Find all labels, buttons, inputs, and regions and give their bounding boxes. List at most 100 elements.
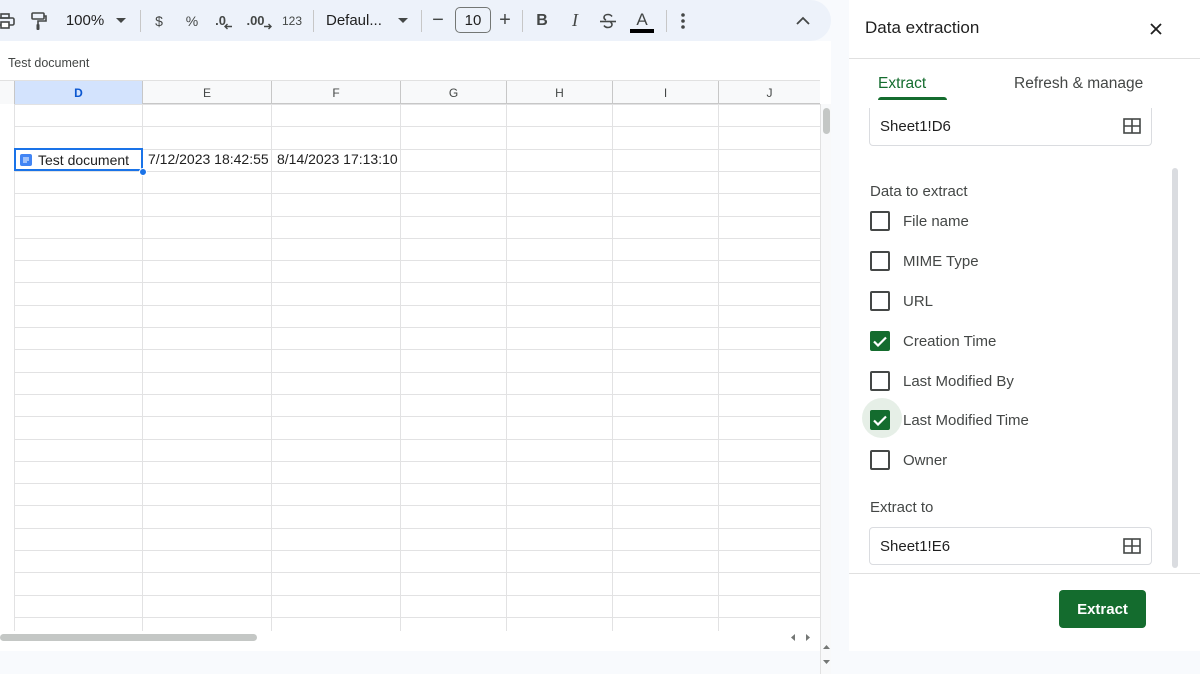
option-url[interactable]: URL bbox=[870, 290, 933, 312]
column-header-g[interactable]: G bbox=[401, 81, 507, 104]
font-size-value: 10 bbox=[464, 11, 482, 29]
grid-line bbox=[14, 260, 820, 261]
extract-button[interactable]: Extract bbox=[1059, 590, 1146, 628]
cell-e6[interactable]: 7/12/2023 18:42:55 bbox=[148, 149, 269, 170]
divider bbox=[849, 58, 1200, 59]
more-options-icon[interactable] bbox=[674, 0, 692, 41]
source-range-value: Sheet1!D6 bbox=[880, 118, 951, 135]
font-size-input[interactable]: 10 bbox=[455, 7, 491, 33]
column-header-d[interactable]: D bbox=[15, 81, 143, 104]
vertical-scroll-thumb[interactable] bbox=[823, 108, 830, 134]
option-mime-type[interactable]: MIME Type bbox=[870, 250, 979, 272]
grid-line bbox=[14, 394, 820, 395]
checkbox[interactable] bbox=[870, 251, 890, 271]
zoom-select[interactable]: 100% bbox=[62, 0, 108, 41]
currency-button[interactable]: $ bbox=[150, 0, 168, 41]
strikethrough-button[interactable] bbox=[597, 0, 619, 41]
fill-handle[interactable] bbox=[139, 168, 147, 176]
number-format-button[interactable]: 123 bbox=[280, 0, 304, 41]
vertical-scrollbar[interactable] bbox=[820, 104, 831, 674]
option-label: Last Modified Time bbox=[903, 411, 1029, 429]
active-tab-indicator bbox=[878, 97, 947, 100]
cell-f6-text: 8/14/2023 17:13:10 bbox=[277, 151, 398, 167]
scroll-down-icon bbox=[823, 660, 830, 664]
toolbar-divider bbox=[522, 10, 523, 32]
cell-grid[interactable]: Test document 7/12/2023 18:42:55 8/14/20… bbox=[0, 104, 820, 634]
option-label: URL bbox=[903, 292, 934, 310]
print-icon[interactable] bbox=[0, 0, 18, 41]
option-last-modified-by[interactable]: Last Modified By bbox=[870, 370, 1014, 392]
cell-f6[interactable]: 8/14/2023 17:13:10 bbox=[277, 149, 398, 170]
close-icon[interactable] bbox=[1145, 18, 1167, 40]
tab-refresh-manage[interactable]: Refresh & manage bbox=[1014, 75, 1143, 93]
grid-line bbox=[506, 104, 507, 634]
column-label: G bbox=[448, 85, 459, 100]
paint-format-icon[interactable] bbox=[28, 0, 50, 41]
grid-line bbox=[14, 327, 820, 328]
bold-button[interactable]: B bbox=[533, 0, 551, 41]
column-header-f[interactable]: F bbox=[272, 81, 401, 104]
extract-to-field[interactable]: Sheet1!E6 bbox=[869, 527, 1152, 565]
decrease-decimal-button[interactable]: .0 bbox=[212, 0, 236, 41]
panel-scroll-area: Sheet1!D6 Data to extract File name MIME… bbox=[849, 101, 1200, 573]
selected-cell-border bbox=[14, 148, 143, 171]
font-value: Defaul... bbox=[326, 12, 382, 29]
grid-line bbox=[14, 126, 820, 127]
zoom-value: 100% bbox=[65, 12, 105, 29]
spreadsheet-area: Test document D E F G H I J Test documen… bbox=[0, 41, 831, 674]
checkbox[interactable] bbox=[870, 450, 890, 470]
checkmark-icon bbox=[873, 415, 887, 426]
option-file-name[interactable]: File name bbox=[870, 210, 969, 232]
option-owner[interactable]: Owner bbox=[870, 449, 947, 471]
panel-title: Data extraction bbox=[865, 18, 980, 37]
panel-scroll-thumb[interactable] bbox=[1172, 168, 1178, 568]
column-header-e[interactable]: E bbox=[143, 81, 272, 104]
toolbar-divider bbox=[666, 10, 667, 32]
increase-decimal-button[interactable]: .00 bbox=[246, 0, 272, 41]
tab-extract[interactable]: Extract bbox=[878, 75, 926, 93]
number-format-label: 123 bbox=[281, 13, 303, 28]
checkbox[interactable] bbox=[870, 211, 890, 231]
italic-button[interactable]: I bbox=[566, 0, 584, 41]
font-select[interactable]: Defaul... bbox=[326, 0, 398, 41]
option-last-modified-time[interactable]: Last Modified Time bbox=[870, 409, 1029, 431]
text-color-button[interactable]: A bbox=[629, 0, 655, 41]
option-creation-time[interactable]: Creation Time bbox=[870, 330, 996, 352]
checkbox[interactable] bbox=[870, 371, 890, 391]
chevron-down-icon[interactable] bbox=[113, 0, 129, 41]
divider bbox=[849, 573, 1200, 574]
horizontal-scrollbar[interactable] bbox=[0, 631, 820, 643]
grid-line bbox=[14, 193, 820, 194]
currency-label: $ bbox=[155, 12, 163, 29]
grid-line bbox=[142, 104, 143, 634]
grid-line bbox=[14, 416, 820, 417]
grid-line bbox=[14, 595, 820, 596]
font-size-decrease-button[interactable]: − bbox=[429, 0, 447, 41]
grid-line bbox=[14, 282, 820, 283]
select-all-corner[interactable] bbox=[0, 81, 15, 104]
grid-line bbox=[14, 238, 820, 239]
percent-button[interactable]: % bbox=[182, 0, 202, 41]
checkmark-icon bbox=[873, 336, 887, 347]
collapse-toolbar-icon[interactable] bbox=[791, 0, 815, 41]
column-header-j[interactable]: J bbox=[719, 81, 820, 104]
minus-icon: − bbox=[432, 9, 444, 31]
horizontal-scroll-thumb[interactable] bbox=[0, 634, 257, 641]
source-range-field[interactable]: Sheet1!D6 bbox=[869, 108, 1152, 146]
grid-line bbox=[14, 104, 820, 105]
column-label: E bbox=[202, 85, 211, 100]
chevron-down-icon[interactable] bbox=[395, 0, 411, 41]
checkbox[interactable] bbox=[870, 291, 890, 311]
column-header-i[interactable]: I bbox=[613, 81, 719, 104]
cell-content-bar: Test document bbox=[0, 51, 831, 79]
font-size-increase-button[interactable]: + bbox=[496, 0, 514, 41]
checkbox-checked[interactable] bbox=[870, 410, 890, 430]
percent-label: % bbox=[185, 12, 199, 29]
panel-scrollbar[interactable] bbox=[1169, 168, 1181, 568]
grid-line bbox=[14, 439, 820, 440]
grid-line bbox=[14, 483, 820, 484]
strikethrough-icon bbox=[600, 13, 616, 28]
column-header-h[interactable]: H bbox=[507, 81, 613, 104]
grid-line bbox=[14, 617, 820, 618]
checkbox-checked[interactable] bbox=[870, 331, 890, 351]
